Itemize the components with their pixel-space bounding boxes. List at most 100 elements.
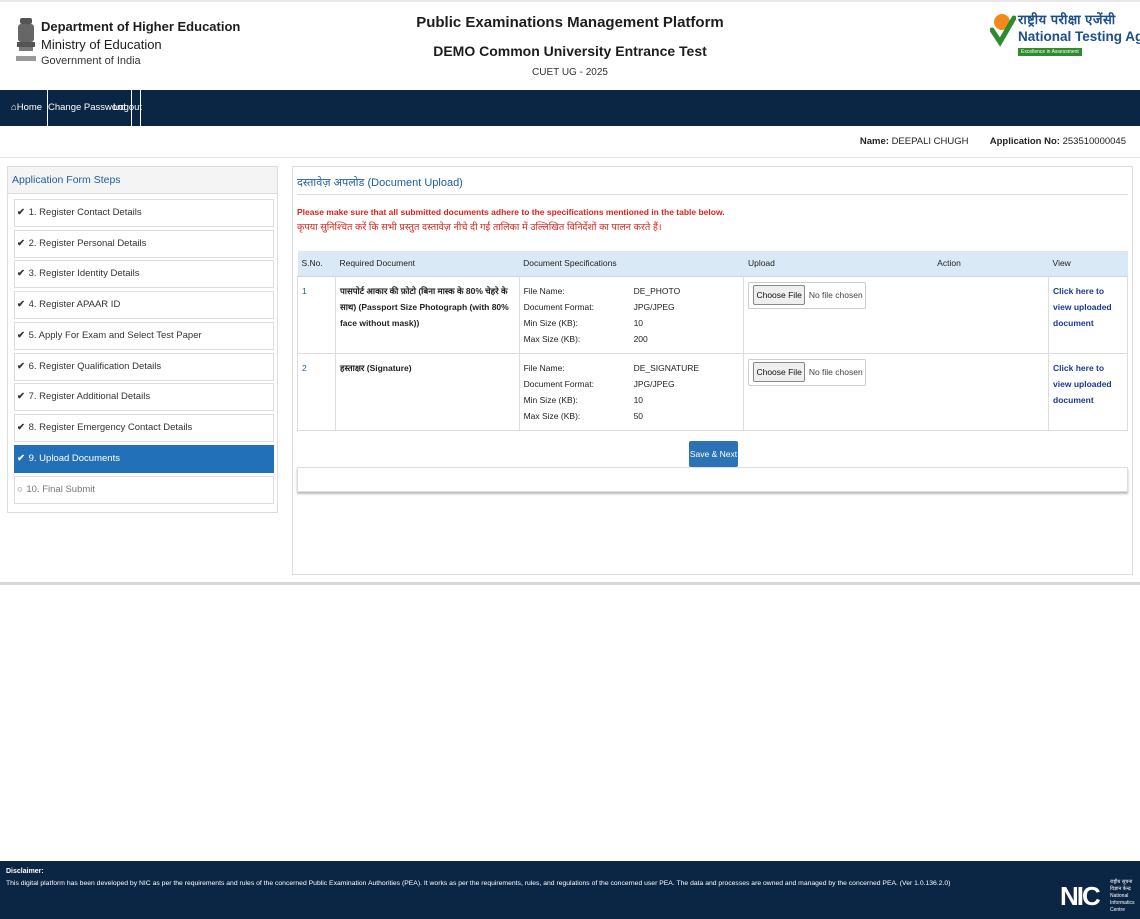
step-apaar-id[interactable]: ✔ 4. Register APAAR ID <box>14 291 274 319</box>
top-navbar: ⌂Home Change Password Logout <box>0 90 1140 126</box>
signature-file-input[interactable]: Choose File No file chosen <box>748 358 867 386</box>
table-row: 1 पासपोर्ट आकार की फ़ोटो (बिना मास्क के … <box>297 275 1128 354</box>
divider <box>297 194 1128 195</box>
exam-subtitle: CUET UG - 2025 <box>532 67 608 78</box>
spec-min-size: 10 <box>633 394 644 405</box>
step-emergency-contact[interactable]: ✔ 8. Register Emergency Contact Details <box>14 414 274 442</box>
spec-min-size: 10 <box>633 317 644 328</box>
row-upload-cell: Choose File No file chosen <box>743 352 1049 431</box>
view-uploaded-link[interactable]: Click here to view uploaded document <box>1048 275 1128 354</box>
spec-key: Min Size (KB): <box>523 317 578 328</box>
spec-key: Document Format: <box>523 301 594 312</box>
check-circle-icon: ✔ <box>17 391 25 402</box>
check-circle-icon: ✔ <box>17 268 25 279</box>
divider <box>0 157 1140 158</box>
check-circle-icon: ✔ <box>17 361 25 372</box>
nta-logo: राष्ट्रीय परीक्षा एजेंसी National Testin… <box>990 10 1140 60</box>
spec-format: JPG/JPEG <box>633 378 675 389</box>
spec-format: JPG/JPEG <box>633 301 675 312</box>
save-next-button[interactable]: Save & Next <box>689 441 738 467</box>
step-label: 6. Register Qualification Details <box>28 361 162 372</box>
row-sno: 2 <box>297 352 336 431</box>
department-name: Department of Higher Education <box>41 19 241 34</box>
row-sno: 1 <box>297 275 336 354</box>
col-upload: Upload Action <box>743 251 1049 277</box>
spec-key: Min Size (KB): <box>523 394 578 405</box>
department-block: Department of Higher Education Ministry … <box>41 18 240 69</box>
step-label: 8. Register Emergency Contact Details <box>28 422 193 433</box>
government-name: Government of India <box>41 55 141 67</box>
check-circle-icon: ✔ <box>17 207 25 218</box>
step-label: 5. Apply For Exam and Select Test Paper <box>28 330 202 341</box>
row-upload-cell: Choose File No file chosen <box>743 275 1049 354</box>
nta-check-icon <box>990 14 1016 47</box>
spec-file-name: DE_SIGNATURE <box>633 362 700 373</box>
spec-key: File Name: <box>523 285 565 296</box>
application-steps-sidebar: Application Form Steps ✔ 1. Register Con… <box>7 166 278 513</box>
col-specifications: Document Specifications <box>519 251 744 277</box>
platform-title: Public Examinations Management Platform <box>416 14 724 31</box>
candidate-name: DEEPALI CHUGH <box>891 136 969 147</box>
document-upload-panel: दस्तावेज़ अपलोड (Document Upload) Please… <box>292 166 1133 575</box>
check-circle-icon: ✔ <box>17 453 25 464</box>
spec-key: Document Format: <box>523 378 594 389</box>
check-circle-icon: ✔ <box>17 422 25 433</box>
row-document-name: हस्ताक्षर (Signature) <box>334 352 520 431</box>
check-circle-icon: ✔ <box>17 238 25 249</box>
step-apply-exam[interactable]: ✔ 5. Apply For Exam and Select Test Pape… <box>14 322 274 350</box>
step-label: 10. Final Submit <box>26 484 96 495</box>
row-specifications: File Name: DE_PHOTO Document Format: JPG/J… <box>518 275 744 354</box>
nav-logout[interactable]: Logout <box>108 90 142 126</box>
nta-hindi-name: राष्ट्रीय परीक्षा एजेंसी <box>1018 12 1116 27</box>
step-identity-details[interactable]: ✔ 3. Register Identity Details <box>14 260 274 288</box>
nav-home[interactable]: ⌂Home <box>6 90 49 126</box>
step-personal-details[interactable]: ✔ 2. Register Personal Details <box>14 230 274 258</box>
step-label: 2. Register Personal Details <box>28 238 147 249</box>
application-no-label: Application No: <box>989 136 1060 147</box>
row-specifications: File Name: DE_SIGNATURE Document Format: J… <box>518 352 744 431</box>
platform-title-block: Public Examinations Management Platform … <box>370 14 770 78</box>
disclaimer-text: This digital platform has been developed… <box>6 880 951 887</box>
nic-logo-text: राष्ट्रीय सूचना विज्ञान केन्द्र National… <box>1110 879 1135 913</box>
ministry-name: Ministry of Education <box>41 37 162 52</box>
col-action-label: Action <box>937 258 961 269</box>
photo-file-input[interactable]: Choose File No file chosen <box>748 281 867 309</box>
step-contact-details[interactable]: ✔ 1. Register Contact Details <box>14 199 274 227</box>
choose-file-button[interactable]: Choose File <box>753 285 805 305</box>
check-circle-icon: ✔ <box>17 299 25 310</box>
step-label: 3. Register Identity Details <box>28 268 140 279</box>
application-no: 253510000045 <box>1062 136 1126 147</box>
disclaimer-label: Disclaimer: <box>6 868 44 875</box>
panel-title: दस्तावेज़ अपलोड (Document Upload) <box>297 177 463 189</box>
step-qualification-details[interactable]: ✔ 6. Register Qualification Details <box>14 353 274 381</box>
choose-file-button[interactable]: Choose File <box>753 362 805 382</box>
spec-key: File Name: <box>523 362 565 373</box>
page-header: Department of Higher Education Ministry … <box>0 0 1140 90</box>
step-label: 1. Register Contact Details <box>28 207 142 218</box>
document-table: S.No. Required Document Document Specifi… <box>297 251 1128 431</box>
empty-panel <box>297 467 1128 492</box>
view-uploaded-link[interactable]: Click here to view uploaded document <box>1048 352 1128 431</box>
col-required-document: Required Document <box>335 251 520 277</box>
step-additional-details[interactable]: ✔ 7. Register Additional Details <box>14 383 274 411</box>
national-emblem-icon <box>16 18 36 61</box>
table-header-row: S.No. Required Document Document Specifi… <box>297 251 1128 277</box>
spec-file-name: DE_PHOTO <box>633 285 681 296</box>
row-document-name: पासपोर्ट आकार की फ़ोटो (बिना मास्क के 80… <box>334 275 520 354</box>
col-sno: S.No. <box>297 251 336 277</box>
spec-max-size: 200 <box>633 333 648 344</box>
nic-logo: NIC राष्ट्रीय सूचना विज्ञान केन्द्र Nati… <box>1060 877 1135 913</box>
nav-home-label: Home <box>16 102 43 113</box>
no-file-text: No file chosen <box>808 290 863 300</box>
spec-key: Max Size (KB): <box>523 333 581 344</box>
step-upload-documents[interactable]: ✔ 9. Upload Documents <box>14 445 274 473</box>
col-upload-label: Upload <box>747 258 775 269</box>
warning-english: Please make sure that all submitted docu… <box>297 207 725 217</box>
page-footer: Disclaimer: This digital platform has be… <box>0 861 1140 919</box>
step-final-submit[interactable]: ○ 10. Final Submit <box>14 476 274 504</box>
table-row: 2 हस्ताक्षर (Signature) File Name: DE_SIG… <box>297 352 1128 431</box>
name-label: Name: <box>859 136 889 147</box>
nta-tagline: Excellence in Assessment <box>1018 48 1082 56</box>
step-label: 7. Register Additional Details <box>28 391 151 402</box>
check-circle-icon: ✔ <box>17 330 25 341</box>
